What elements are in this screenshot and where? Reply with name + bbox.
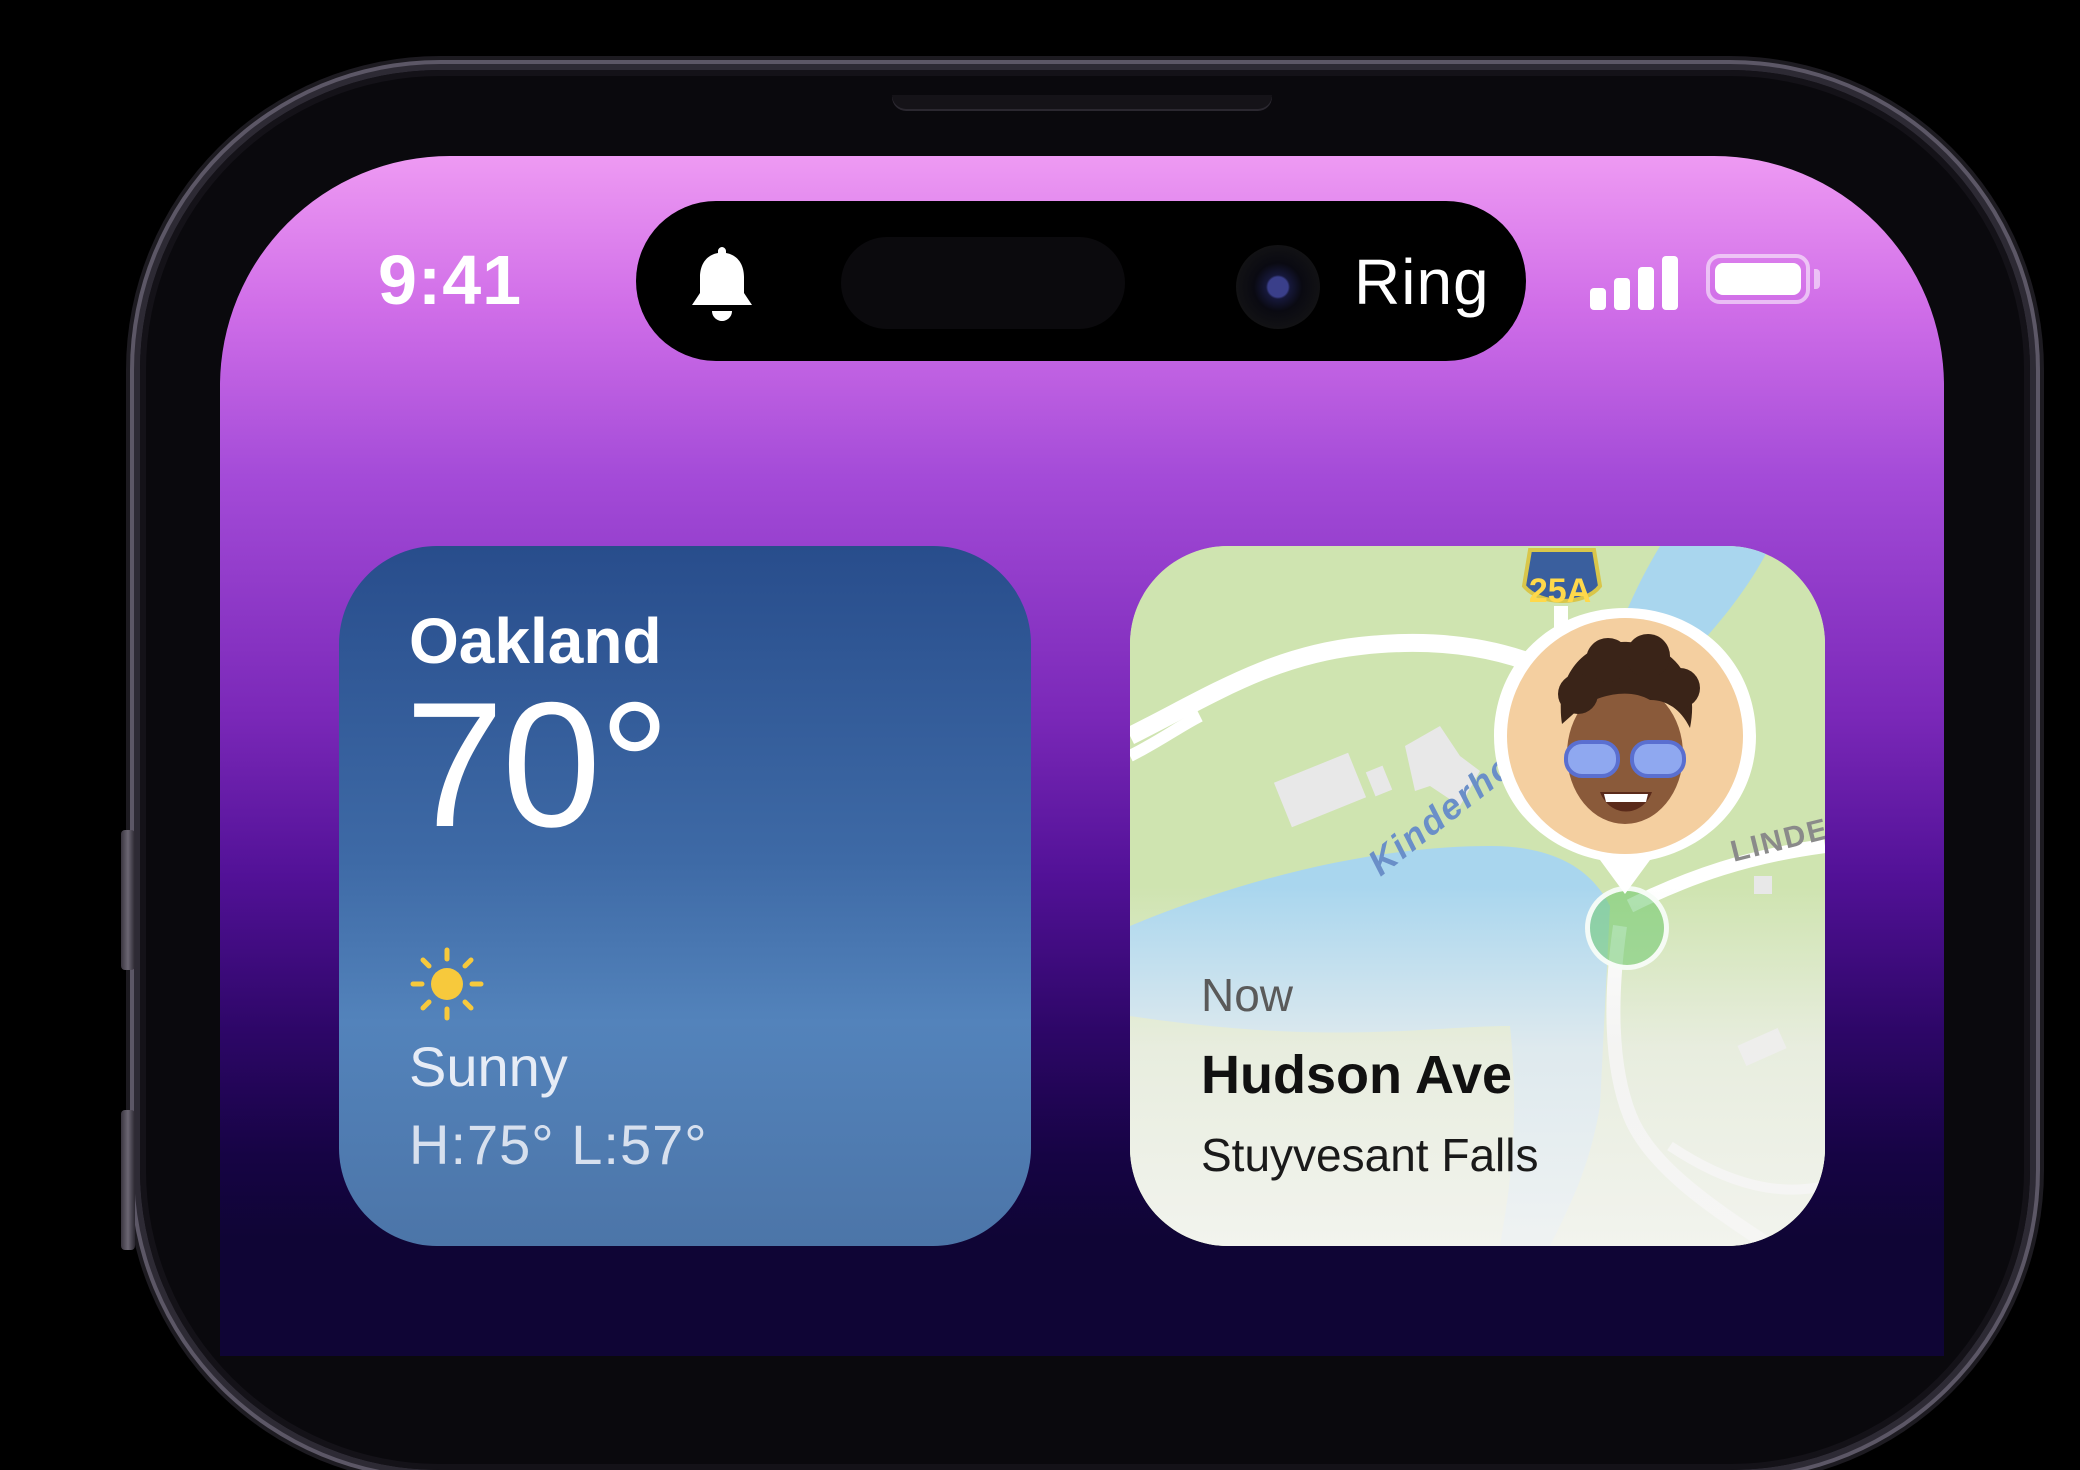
location-time: Now <box>1201 969 1294 1021</box>
location-street: Hudson Ave <box>1201 1045 1513 1105</box>
battery-nub <box>1814 269 1820 289</box>
sun-icon <box>410 947 484 1021</box>
weather-condition: Sunny <box>409 1035 568 1098</box>
weather-widget[interactable]: Oakland 70° Sunny H:75° L:57° <box>339 546 1031 1246</box>
dynamic-island[interactable]: Ring <box>636 201 1526 361</box>
bell-icon <box>692 247 752 321</box>
cellular-signal-icon <box>1590 256 1678 310</box>
front-camera <box>1236 245 1320 329</box>
weather-temperature: 70° <box>405 665 670 864</box>
earpiece-speaker <box>892 95 1272 109</box>
status-time: 9:41 <box>378 241 523 319</box>
side-button-silent <box>121 830 135 970</box>
island-sensor <box>841 237 1125 329</box>
side-button-volume <box>121 1110 135 1250</box>
location-area: Stuyvesant Falls <box>1201 1129 1539 1181</box>
weather-high-low: H:75° L:57° <box>409 1113 708 1176</box>
home-screen: 9:41 Ring Oakland 70° Sunny H:75° L:57° … <box>220 156 1944 1356</box>
memoji-avatar-pin[interactable] <box>1490 604 1760 934</box>
battery-icon <box>1706 254 1810 304</box>
find-my-widget[interactable]: 25A Kinderhoo LINDE Now Hudson Ave Stuyv… <box>1130 546 1825 1246</box>
island-activity-label: Ring <box>1354 246 1490 318</box>
